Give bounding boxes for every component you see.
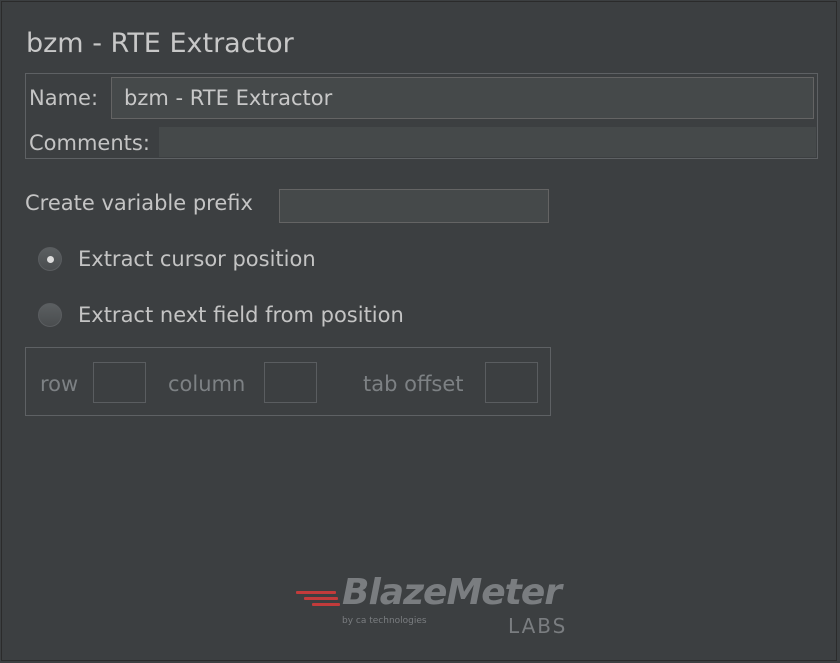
tab-offset-label: tab offset xyxy=(363,372,464,396)
logo-stripe xyxy=(312,603,340,606)
extractor-panel: bzm - RTE Extractor Name: Comments: Crea… xyxy=(1,1,837,661)
variable-prefix-label: Create variable prefix xyxy=(25,191,253,215)
row-input[interactable] xyxy=(93,362,146,403)
logo-by-line: by ca technologies xyxy=(342,616,427,626)
column-label: column xyxy=(168,372,246,396)
logo-stripe xyxy=(296,591,336,594)
logo-brand-text: BlazeMeter xyxy=(342,572,562,613)
comments-input[interactable] xyxy=(159,127,816,157)
comments-label: Comments: xyxy=(29,131,150,155)
logo-stripe xyxy=(304,597,338,600)
name-input[interactable] xyxy=(111,77,814,119)
row-label: row xyxy=(40,372,79,396)
column-input[interactable] xyxy=(264,362,317,403)
tab-offset-input[interactable] xyxy=(485,362,538,403)
blazemeter-labs-logo: BlazeMeter by ca technologies LABS xyxy=(294,572,574,642)
extract-next-field-label[interactable]: Extract next field from position xyxy=(78,303,404,327)
name-label: Name: xyxy=(29,86,99,110)
panel-title: bzm - RTE Extractor xyxy=(26,28,294,59)
extract-cursor-position-label[interactable]: Extract cursor position xyxy=(78,247,316,271)
logo-labs-text: LABS xyxy=(508,614,568,638)
extract-cursor-position-radio[interactable] xyxy=(38,247,62,271)
extract-next-field-radio[interactable] xyxy=(38,303,62,327)
variable-prefix-input[interactable] xyxy=(279,189,549,223)
